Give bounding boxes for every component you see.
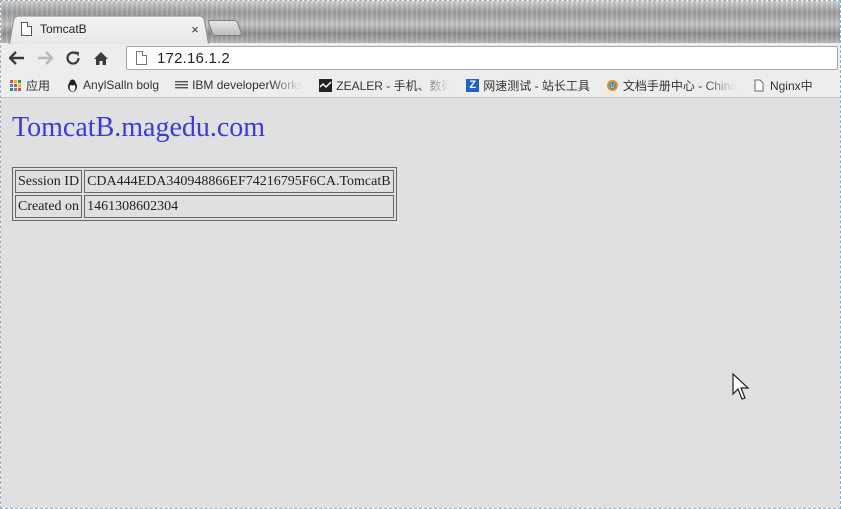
bookmark-anylsalln[interactable]: AnylSalln bolg — [66, 78, 159, 92]
bookmark-label: 应用 — [26, 78, 51, 93]
bookmark-zealer[interactable]: ZEALER - 手机、数码 — [319, 77, 450, 94]
bookmark-label: IBM developerWorks — [192, 78, 304, 92]
tab-tomcatb[interactable]: TomcatB × — [21, 17, 206, 41]
session-table: Session ID CDA444EDA340948866EF74216795F… — [12, 167, 397, 221]
bookmark-label: ZEALER - 手机、数码 — [336, 78, 451, 93]
session-id-label: Session ID — [15, 170, 83, 193]
bookmark-apps[interactable]: 应用 — [9, 77, 50, 94]
bookmark-doc-center[interactable]: U 文档手册中心 - China — [606, 77, 737, 94]
address-bar[interactable]: 172.16.1.2 — [126, 46, 838, 70]
apps-grid-icon — [9, 79, 22, 92]
bookmark-ibm[interactable]: IBM developerWorks — [175, 78, 303, 92]
bookmarks-bar: 应用 AnylSalln bolg IBM developerWorks ZEA… — [1, 73, 840, 98]
svg-text:U: U — [610, 84, 614, 90]
created-on-value: 1461308602304 — [84, 195, 394, 218]
back-button[interactable] — [5, 46, 29, 70]
home-icon — [94, 51, 108, 65]
new-tab-button[interactable] — [207, 20, 243, 36]
tab-title: TomcatB — [40, 22, 87, 36]
page-heading: TomcatB.magedu.com — [12, 112, 266, 143]
session-id-value: CDA444EDA340948866EF74216795F6CA.TomcatB — [84, 170, 394, 193]
toolbar: 172.16.1.2 — [1, 43, 840, 73]
page-icon — [136, 51, 147, 65]
table-row: Created on 1461308602304 — [15, 195, 394, 218]
created-on-label: Created on — [15, 195, 83, 218]
tab-close-icon[interactable]: × — [188, 22, 202, 37]
zealer-icon — [319, 78, 333, 92]
arrow-left-icon — [9, 51, 24, 65]
bookmark-speedtest[interactable]: Z 网速测试 - 站长工具 — [466, 77, 590, 94]
browser-window: TomcatB × 172.16.1.2 应用 AnylSalln bolg I… — [0, 0, 841, 509]
penguin-icon — [66, 79, 79, 92]
page-content: TomcatB.magedu.com Session ID CDA444EDA3… — [1, 98, 840, 508]
forward-button[interactable] — [33, 46, 57, 70]
reload-button[interactable] — [61, 46, 85, 70]
doc-center-icon: U — [606, 79, 619, 92]
bookmark-label: AnylSalln bolg — [83, 78, 160, 92]
page-icon — [21, 22, 32, 36]
table-row: Session ID CDA444EDA340948866EF74216795F… — [15, 170, 394, 193]
ibm-icon — [175, 79, 189, 92]
reload-icon — [66, 51, 80, 65]
page-icon — [753, 79, 766, 92]
arrow-right-icon — [38, 51, 53, 65]
url-text: 172.16.1.2 — [157, 49, 230, 67]
bookmark-label: 文档手册中心 - China — [622, 78, 737, 93]
home-button[interactable] — [89, 46, 113, 70]
bookmark-nginx[interactable]: Nginx中 — [753, 77, 813, 94]
bookmark-label: Nginx中 — [769, 78, 813, 93]
mouse-cursor-icon — [732, 373, 750, 400]
bookmark-label: 网速测试 - 站长工具 — [483, 78, 590, 93]
chinaz-icon: Z — [466, 78, 480, 92]
